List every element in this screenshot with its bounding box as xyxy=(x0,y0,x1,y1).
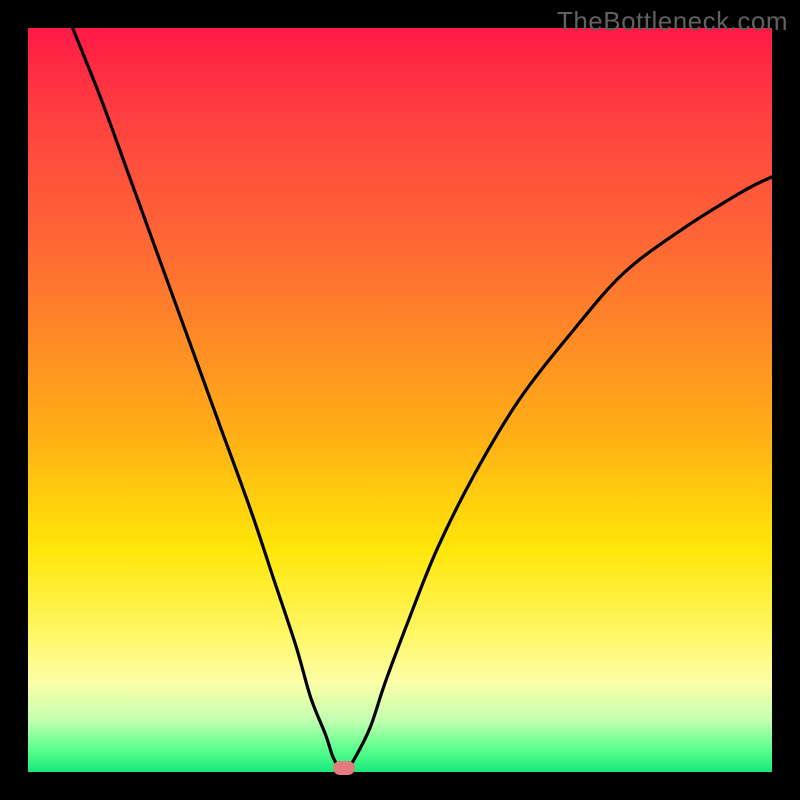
watermark-text: TheBottleneck.com xyxy=(557,6,788,37)
minimum-marker xyxy=(333,761,355,775)
chart-frame: TheBottleneck.com xyxy=(0,0,800,800)
plot-area xyxy=(28,28,772,772)
bottleneck-curve xyxy=(28,28,772,772)
